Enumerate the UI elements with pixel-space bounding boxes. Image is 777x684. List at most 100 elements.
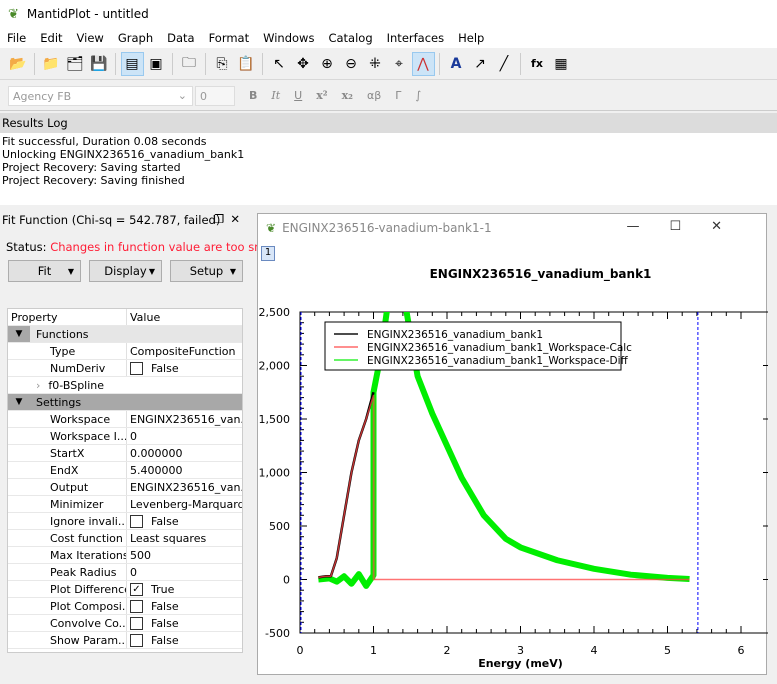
checkbox[interactable] xyxy=(130,599,143,613)
data-reader-icon[interactable]: ⁜ xyxy=(364,52,387,76)
setup-button[interactable]: Setup ▼ xyxy=(170,260,243,282)
format-toolbar: Agency FB ⌄ 0 B It U x² x₂ αβ Γ ∫ xyxy=(0,81,777,111)
property-value[interactable]: ENGINX236516_van... xyxy=(127,413,242,426)
font-select[interactable]: Agency FB ⌄ xyxy=(8,85,193,106)
font-size-value: 0 xyxy=(200,89,207,103)
checkbox[interactable] xyxy=(130,361,143,375)
line-icon[interactable]: ╱ xyxy=(493,52,516,76)
pan-icon[interactable]: ✥ xyxy=(292,52,315,76)
log-line: Project Recovery: Saving started xyxy=(2,161,181,174)
plot-canvas[interactable]: ENGINX236516_vanadium_bank1 0 1 2 3 4 5 6 -500 0 5… xyxy=(258,242,768,676)
chevron-right-icon[interactable]: › xyxy=(36,379,40,392)
chevron-down-icon[interactable]: ▼ xyxy=(8,326,30,342)
property-value[interactable]: 500 xyxy=(127,549,242,562)
property-value[interactable]: 0 xyxy=(127,566,242,579)
checkbox[interactable] xyxy=(130,633,143,647)
property-value[interactable]: False xyxy=(127,599,242,613)
greek-upper-button[interactable]: Γ xyxy=(395,89,401,102)
open-project-icon[interactable]: 📂 xyxy=(7,52,30,76)
property-row[interactable]: Plot Difference ✓ True xyxy=(8,581,242,598)
y-tick-label: 500 xyxy=(269,520,290,533)
minimize-icon[interactable]: — xyxy=(626,219,669,234)
load-folder-icon[interactable]: 🗀 xyxy=(178,52,201,76)
font-size-spinner[interactable]: 0 xyxy=(195,85,235,106)
menu-catalog[interactable]: Catalog xyxy=(321,31,379,45)
property-value[interactable]: ✓ True xyxy=(127,582,242,596)
chevron-down-icon[interactable]: ▼ xyxy=(8,394,30,410)
bold-button[interactable]: B xyxy=(249,89,257,102)
property-value[interactable]: Least squares xyxy=(127,532,242,545)
group-functions[interactable]: ▼ Functions xyxy=(8,326,242,343)
greek-button[interactable]: αβ xyxy=(367,89,381,102)
property-value[interactable]: 5.400000 xyxy=(127,464,242,477)
group-settings[interactable]: ▼ Settings xyxy=(8,394,242,411)
paste-icon[interactable]: 📋 xyxy=(235,52,258,76)
property-row[interactable]: Ignore invali... False xyxy=(8,513,242,530)
legend-label: ENGINX236516_vanadium_bank1 xyxy=(367,329,543,341)
menu-graph[interactable]: Graph xyxy=(111,31,160,45)
checkbox[interactable]: ✓ xyxy=(130,582,143,596)
menu-file[interactable]: File xyxy=(0,31,33,45)
pointer-icon[interactable]: ↖ xyxy=(268,52,291,76)
subscript-button[interactable]: x₂ xyxy=(342,89,353,102)
matrix-icon[interactable]: ▣ xyxy=(145,52,168,76)
superscript-button[interactable]: x² xyxy=(316,89,327,102)
menu-format[interactable]: Format xyxy=(202,31,257,45)
new-function-icon[interactable]: ▦ xyxy=(550,52,573,76)
float-icon[interactable]: ❐ xyxy=(214,212,230,226)
property-row[interactable]: Peak Radius 0 xyxy=(8,564,242,581)
maximize-icon[interactable]: ☐ xyxy=(669,219,711,234)
property-value[interactable]: ENGINX236516_van... xyxy=(127,481,242,494)
property-row[interactable]: Cost function Least squares xyxy=(8,530,242,547)
zoom-out-icon[interactable]: ⊖ xyxy=(340,52,363,76)
property-row[interactable]: Output ENGINX236516_van... xyxy=(8,479,242,496)
property-value[interactable]: 0.000000 xyxy=(127,447,242,460)
property-value[interactable]: False xyxy=(127,633,242,647)
recent-files-icon[interactable]: 🗂 xyxy=(64,52,87,76)
property-row[interactable]: NumDeriv False xyxy=(8,360,242,377)
italic-button[interactable]: It xyxy=(271,89,280,102)
property-row[interactable]: Show Param... False xyxy=(8,632,242,649)
results-log[interactable]: Fit successful, Duration 0.08 seconds Un… xyxy=(0,133,777,205)
property-row[interactable]: Workspace ENGINX236516_van... xyxy=(8,411,242,428)
underline-button[interactable]: U xyxy=(294,89,302,102)
property-row[interactable]: Convolve Co... False xyxy=(8,615,242,632)
arrow-icon[interactable]: ↗ xyxy=(469,52,492,76)
zoom-in-icon[interactable]: ⊕ xyxy=(316,52,339,76)
menu-help[interactable]: Help xyxy=(451,31,491,45)
property-row[interactable]: Minimizer Levenberg-Marquardt xyxy=(8,496,242,513)
checkbox[interactable] xyxy=(130,514,143,528)
property-value[interactable]: 0 xyxy=(127,430,242,443)
property-value[interactable]: CompositeFunction xyxy=(127,345,242,358)
close-icon[interactable]: ✕ xyxy=(230,212,246,226)
open-file-icon[interactable]: 📁 xyxy=(40,52,63,76)
property-row[interactable]: Type CompositeFunction xyxy=(8,343,242,360)
checkbox[interactable] xyxy=(130,616,143,630)
property-value[interactable]: False xyxy=(127,361,242,375)
function-icon[interactable]: fx xyxy=(526,52,549,76)
function-bspline[interactable]: › f0-BSpline xyxy=(8,377,242,394)
property-value[interactable]: False xyxy=(127,616,242,630)
property-row[interactable]: Max Iterations 500 xyxy=(8,547,242,564)
property-row[interactable]: Workspace I... 0 xyxy=(8,428,242,445)
crosshair-icon[interactable]: ⌖ xyxy=(388,52,411,76)
fit-button[interactable]: Fit ▼ xyxy=(8,260,81,282)
property-row[interactable]: EndX 5.400000 xyxy=(8,462,242,479)
fit-peak-icon[interactable]: ⋀ xyxy=(411,51,435,76)
menu-view[interactable]: View xyxy=(70,31,111,45)
menu-windows[interactable]: Windows xyxy=(256,31,321,45)
property-row[interactable]: StartX 0.000000 xyxy=(8,445,242,462)
display-button[interactable]: Display ▼ xyxy=(89,260,162,282)
copy-icon[interactable]: ⎘ xyxy=(211,52,234,76)
save-icon[interactable]: 💾 xyxy=(88,52,111,76)
property-value[interactable]: Levenberg-Marquardt xyxy=(127,498,242,511)
integral-button[interactable]: ∫ xyxy=(415,89,421,102)
property-row[interactable]: Plot Composi... False xyxy=(8,598,242,615)
menu-data[interactable]: Data xyxy=(160,31,201,45)
menu-edit[interactable]: Edit xyxy=(33,31,69,45)
table-icon[interactable]: ▤ xyxy=(120,51,144,76)
add-text-icon[interactable]: A xyxy=(445,52,468,76)
close-icon[interactable]: ✕ xyxy=(711,219,752,234)
menu-interfaces[interactable]: Interfaces xyxy=(380,31,451,45)
property-value[interactable]: False xyxy=(127,514,242,528)
